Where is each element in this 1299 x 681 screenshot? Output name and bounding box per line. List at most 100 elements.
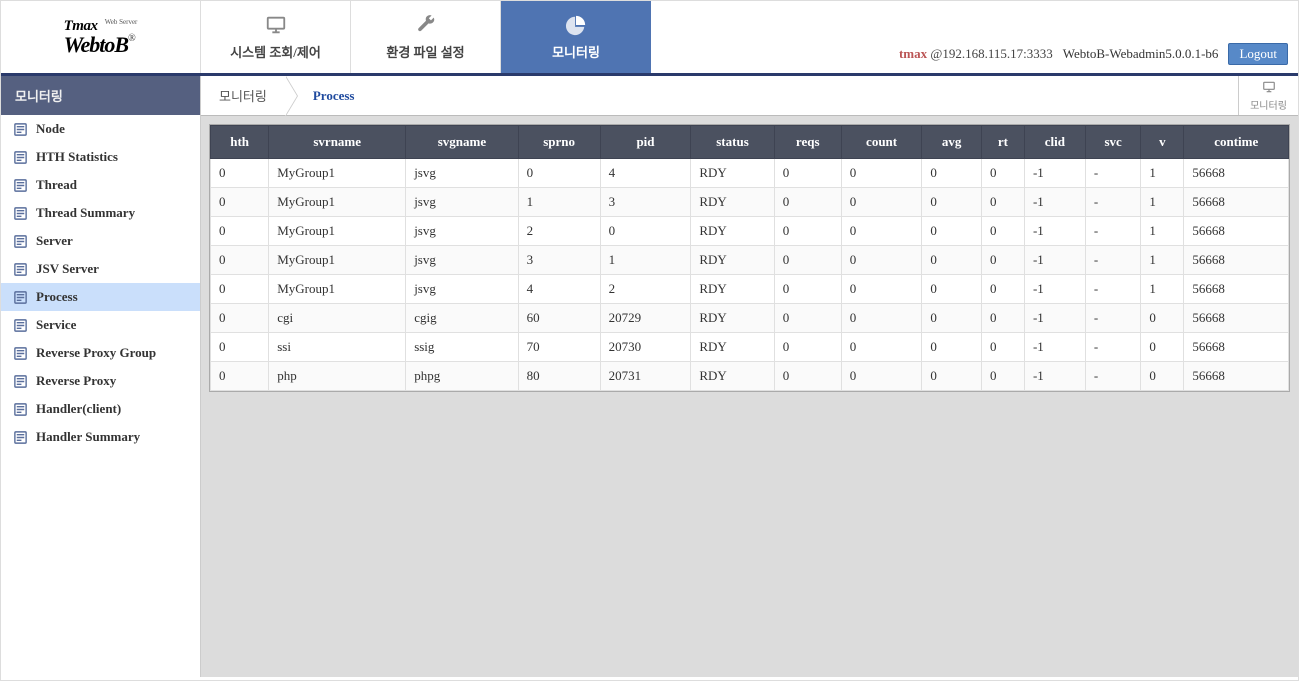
sidebar-item-label: Process	[36, 289, 78, 305]
breadcrumb-item[interactable]: 모니터링	[201, 76, 285, 115]
table-cell: 56668	[1184, 362, 1289, 391]
col-hth[interactable]: hth	[211, 126, 269, 159]
table-row[interactable]: 0MyGroup1jsvg31RDY0000-1-156668	[211, 246, 1289, 275]
sidebar-item-label: Thread Summary	[36, 205, 135, 221]
table-cell: 0	[841, 159, 922, 188]
sidebar-item-label: Reverse Proxy	[36, 373, 116, 389]
table-cell: php	[269, 362, 406, 391]
sidebar-item-label: JSV Server	[36, 261, 99, 277]
logo-sub: Web Server	[105, 18, 138, 26]
table-cell: MyGroup1	[269, 159, 406, 188]
sidebar-item-label: Handler Summary	[36, 429, 140, 445]
process-table: hthsvrnamesvgnamesprnopidstatusreqscount…	[210, 125, 1289, 391]
table-cell: 0	[841, 217, 922, 246]
sidebar-item-label: Thread	[36, 177, 77, 193]
table-cell: 0	[211, 304, 269, 333]
sidebar-item-label: Server	[36, 233, 73, 249]
table-cell: 4	[600, 159, 691, 188]
col-pid[interactable]: pid	[600, 126, 691, 159]
sidebar-item-thread-summary[interactable]: Thread Summary	[1, 199, 200, 227]
col-contime[interactable]: contime	[1184, 126, 1289, 159]
sidebar-item-label: Node	[36, 121, 65, 137]
table-cell: 0	[841, 246, 922, 275]
table-cell: 1	[1141, 188, 1184, 217]
table-cell: -	[1085, 246, 1141, 275]
col-avg[interactable]: avg	[922, 126, 982, 159]
col-svrname[interactable]: svrname	[269, 126, 406, 159]
table-cell: 0	[1141, 362, 1184, 391]
table-cell: 0	[841, 333, 922, 362]
doc-icon	[13, 318, 28, 333]
sidebar-item-server[interactable]: Server	[1, 227, 200, 255]
table-row[interactable]: 0MyGroup1jsvg20RDY0000-1-156668	[211, 217, 1289, 246]
sidebar-item-node[interactable]: Node	[1, 115, 200, 143]
col-reqs[interactable]: reqs	[774, 126, 841, 159]
table-cell: 0	[922, 304, 982, 333]
col-count[interactable]: count	[841, 126, 922, 159]
table-cell: 56668	[1184, 304, 1289, 333]
sidebar-item-jsv-server[interactable]: JSV Server	[1, 255, 200, 283]
sidebar-item-handler-summary[interactable]: Handler Summary	[1, 423, 200, 451]
table-cell: 0	[841, 304, 922, 333]
table-cell: jsvg	[406, 217, 518, 246]
sidebar-item-process[interactable]: Process	[1, 283, 200, 311]
table-cell: 0	[841, 362, 922, 391]
col-svc[interactable]: svc	[1085, 126, 1141, 159]
col-svgname[interactable]: svgname	[406, 126, 518, 159]
sidebar-item-service[interactable]: Service	[1, 311, 200, 339]
table-cell: -1	[1024, 217, 1085, 246]
sidebar-item-label: Service	[36, 317, 76, 333]
sidebar-item-label: HTH Statistics	[36, 149, 118, 165]
sidebar-title: 모니터링	[1, 76, 200, 115]
tab-label: 모니터링	[552, 42, 600, 61]
tab-system[interactable]: 시스템 조회/제어	[201, 1, 351, 73]
table-row[interactable]: 0MyGroup1jsvg04RDY0000-1-156668	[211, 159, 1289, 188]
table-cell: 0	[774, 333, 841, 362]
table-cell: RDY	[691, 217, 774, 246]
table-cell: 70	[518, 333, 600, 362]
table-row[interactable]: 0cgicgig6020729RDY0000-1-056668	[211, 304, 1289, 333]
user-name: tmax	[899, 46, 927, 61]
table-header-row: hthsvrnamesvgnamesprnopidstatusreqscount…	[211, 126, 1289, 159]
col-v[interactable]: v	[1141, 126, 1184, 159]
table-row[interactable]: 0MyGroup1jsvg13RDY0000-1-156668	[211, 188, 1289, 217]
col-clid[interactable]: clid	[1024, 126, 1085, 159]
table-row[interactable]: 0MyGroup1jsvg42RDY0000-1-156668	[211, 275, 1289, 304]
sidebar-item-reverse-proxy-group[interactable]: Reverse Proxy Group	[1, 339, 200, 367]
table-cell: RDY	[691, 188, 774, 217]
breadcrumb-action-label: 모니터링	[1250, 97, 1287, 112]
table-cell: 0	[211, 275, 269, 304]
table-cell: cgi	[269, 304, 406, 333]
table-cell: MyGroup1	[269, 275, 406, 304]
col-status[interactable]: status	[691, 126, 774, 159]
logout-button[interactable]: Logout	[1228, 43, 1288, 65]
table-cell: 0	[922, 362, 982, 391]
breadcrumb-item-current: Process	[285, 76, 373, 115]
table-row[interactable]: 0phpphpg8020731RDY0000-1-056668	[211, 362, 1289, 391]
table-cell: 2	[518, 217, 600, 246]
table-cell: -	[1085, 159, 1141, 188]
tab-config[interactable]: 환경 파일 설정	[351, 1, 501, 73]
sidebar-item-hth-statistics[interactable]: HTH Statistics	[1, 143, 200, 171]
col-rt[interactable]: rt	[981, 126, 1024, 159]
col-sprno[interactable]: sprno	[518, 126, 600, 159]
content: 모니터링 Process 모니터링 hthsvrnamesvgnamesprno…	[201, 76, 1298, 677]
table-cell: 0	[774, 217, 841, 246]
table-cell: -1	[1024, 246, 1085, 275]
table-cell: jsvg	[406, 188, 518, 217]
tab-label: 환경 파일 설정	[386, 42, 464, 61]
doc-icon	[13, 262, 28, 277]
sidebar-item-thread[interactable]: Thread	[1, 171, 200, 199]
table-row[interactable]: 0ssissig7020730RDY0000-1-056668	[211, 333, 1289, 362]
sidebar-item-handler-client-[interactable]: Handler(client)	[1, 395, 200, 423]
table-cell: 0	[981, 246, 1024, 275]
breadcrumb-refresh-button[interactable]: 모니터링	[1238, 76, 1298, 115]
sidebar-item-reverse-proxy[interactable]: Reverse Proxy	[1, 367, 200, 395]
header-right: tmax @192.168.115.17:3333 WebtoB-Webadmi…	[899, 43, 1288, 65]
table-cell: RDY	[691, 159, 774, 188]
table-cell: 0	[922, 246, 982, 275]
table-cell: 60	[518, 304, 600, 333]
tab-monitoring[interactable]: 모니터링	[501, 1, 651, 73]
table-cell: RDY	[691, 275, 774, 304]
doc-icon	[13, 178, 28, 193]
